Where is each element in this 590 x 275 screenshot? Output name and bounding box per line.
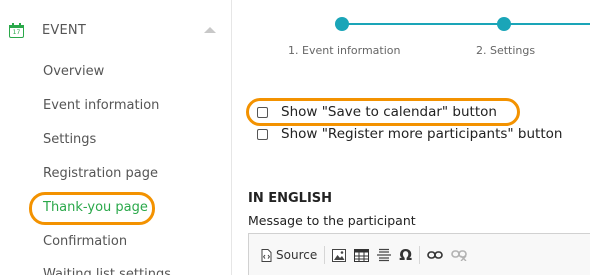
image-button[interactable] <box>328 244 350 266</box>
sidebar-item-event-information[interactable]: Event information <box>43 97 159 115</box>
table-button[interactable] <box>350 244 373 266</box>
editor-toolbar: Source Ω <box>257 243 471 267</box>
step-2-dot[interactable] <box>497 17 511 31</box>
sidebar-section-event[interactable]: 17 EVENT <box>0 0 232 60</box>
source-button[interactable]: Source <box>257 244 321 266</box>
horizontal-line-icon <box>377 248 392 262</box>
unlink-icon <box>451 250 467 261</box>
steps-progress-line <box>342 23 590 25</box>
step-2-label[interactable]: 2. Settings <box>476 44 535 57</box>
collapse-caret-icon[interactable] <box>204 27 216 33</box>
step-1-label[interactable]: 1. Event information <box>288 44 401 57</box>
sidebar-item-overview[interactable]: Overview <box>43 63 104 81</box>
table-icon <box>354 248 370 262</box>
link-icon <box>427 251 443 259</box>
sidebar: 17 EVENT Overview Event information Sett… <box>0 0 232 275</box>
special-character-button[interactable]: Ω <box>395 244 416 266</box>
register-more-participants-label: Show "Register more participants" button <box>281 126 563 142</box>
message-label: Message to the participant <box>248 213 416 228</box>
unlink-button[interactable] <box>447 244 471 266</box>
sidebar-item-waiting-list-settings[interactable]: Waiting list settings <box>43 266 171 275</box>
toolbar-separator <box>324 246 326 264</box>
section-title: EVENT <box>42 22 86 38</box>
highlight-thank-you-page <box>29 192 155 225</box>
calendar-icon: 17 <box>9 22 24 38</box>
sidebar-item-settings[interactable]: Settings <box>43 131 96 149</box>
source-label: Source <box>276 248 318 262</box>
sidebar-item-confirmation[interactable]: Confirmation <box>43 233 127 251</box>
step-1-dot[interactable] <box>335 17 349 31</box>
register-more-participants-checkbox[interactable] <box>257 128 268 140</box>
horizontal-line-button[interactable] <box>373 244 395 266</box>
option-register-more-participants[interactable]: Show "Register more participants" button <box>257 126 562 142</box>
highlight-save-to-calendar <box>246 98 520 126</box>
sidebar-item-registration-page[interactable]: Registration page <box>43 165 158 183</box>
source-icon <box>261 248 272 262</box>
message-editor[interactable]: Source Ω <box>248 233 590 275</box>
link-button[interactable] <box>423 244 447 266</box>
toolbar-separator <box>418 246 420 264</box>
omega-icon: Ω <box>399 246 412 264</box>
language-heading: IN ENGLISH <box>248 191 333 206</box>
image-icon <box>332 248 347 262</box>
